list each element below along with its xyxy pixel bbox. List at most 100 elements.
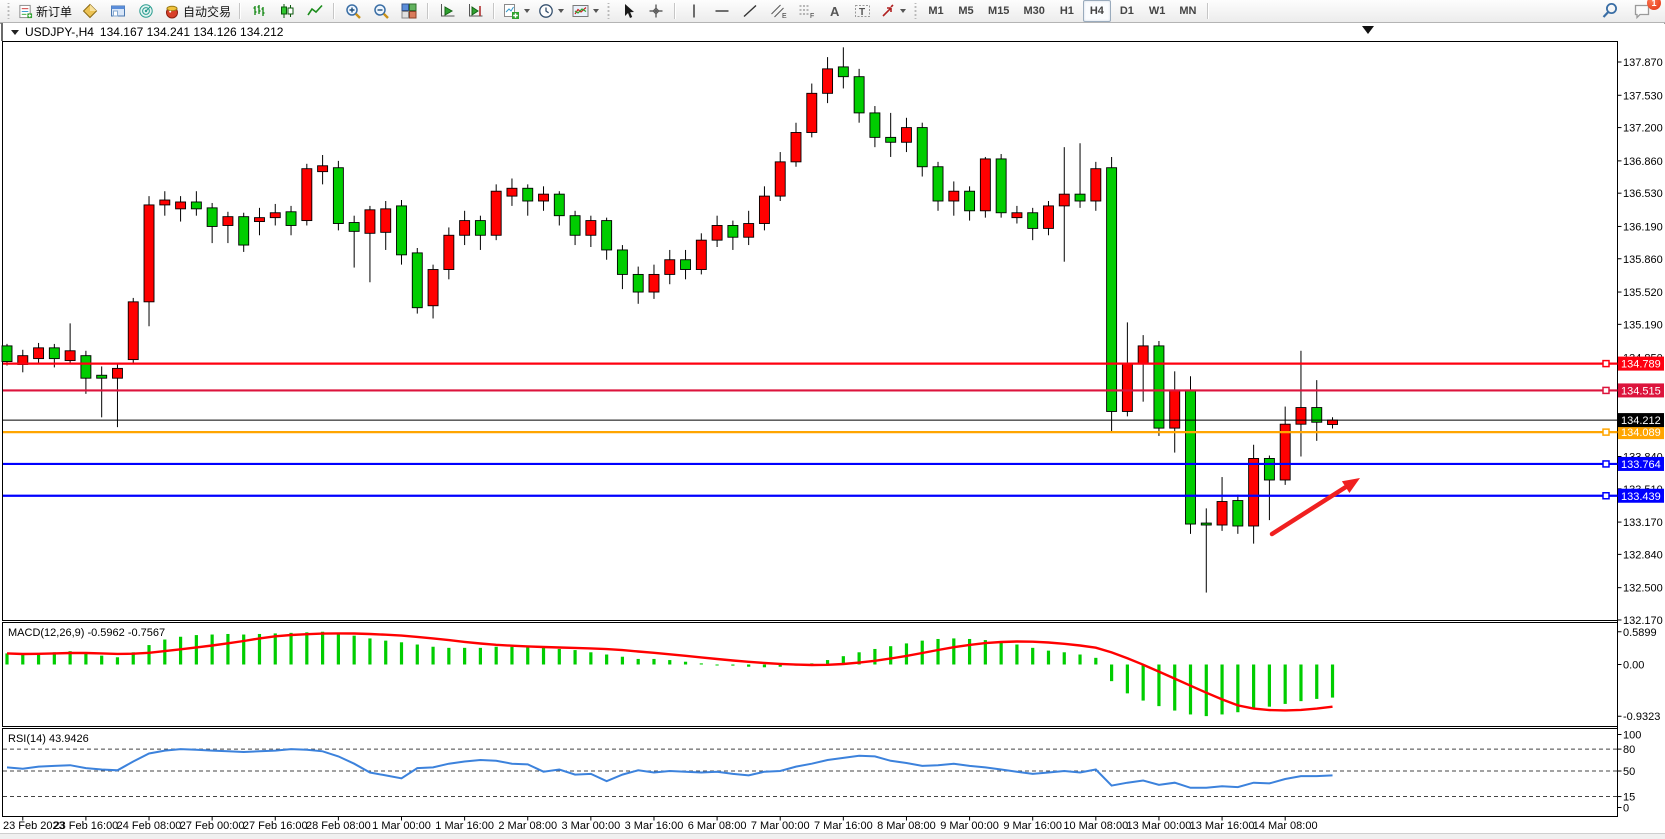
svg-text:2 Mar 08:00: 2 Mar 08:00 bbox=[498, 820, 557, 832]
candle-bear bbox=[554, 194, 564, 216]
mt4-terminal: { "toolbar": { "new_order_label": "新订单",… bbox=[0, 0, 1665, 839]
candle-bear bbox=[870, 113, 880, 137]
line-handle[interactable] bbox=[1603, 361, 1609, 367]
macd-bar bbox=[542, 648, 545, 665]
svg-text:132.500: 132.500 bbox=[1623, 583, 1663, 595]
macd-bar bbox=[747, 665, 750, 667]
candle-bear bbox=[633, 274, 643, 292]
candle-bear bbox=[412, 253, 422, 308]
candle-bear bbox=[97, 375, 107, 378]
svg-text:-0.9323: -0.9323 bbox=[1623, 711, 1660, 723]
candle-bull bbox=[365, 210, 375, 233]
macd-bar bbox=[274, 633, 277, 664]
macd-bar bbox=[431, 647, 434, 665]
chart-canvas[interactable]: 137.870137.530137.200136.860136.530136.1… bbox=[0, 0, 1665, 839]
candle-bull bbox=[1217, 502, 1227, 525]
candle-bear bbox=[965, 191, 975, 211]
macd-bar bbox=[5, 653, 8, 664]
svg-text:133.764: 133.764 bbox=[1621, 459, 1661, 471]
svg-text:135.520: 135.520 bbox=[1623, 287, 1663, 299]
macd-bar bbox=[21, 655, 24, 665]
macd-bar bbox=[1331, 665, 1334, 698]
svg-text:50: 50 bbox=[1623, 766, 1635, 778]
candle-bear bbox=[1201, 523, 1211, 525]
candle-bull bbox=[807, 93, 817, 132]
macd-bar bbox=[195, 635, 198, 664]
candle-bull bbox=[223, 217, 233, 226]
svg-text:137.870: 137.870 bbox=[1623, 57, 1663, 69]
svg-text:134.789: 134.789 bbox=[1621, 359, 1661, 371]
macd-bar bbox=[1000, 642, 1003, 664]
window-bottom-edge bbox=[0, 833, 1665, 839]
macd-bar bbox=[1047, 651, 1050, 665]
candle-bull bbox=[428, 270, 438, 306]
svg-text:80: 80 bbox=[1623, 744, 1635, 756]
macd-bar bbox=[211, 635, 214, 665]
line-handle[interactable] bbox=[1603, 429, 1609, 435]
candle-bear bbox=[81, 356, 91, 379]
line-handle[interactable] bbox=[1603, 387, 1609, 393]
macd-bar bbox=[1220, 665, 1223, 715]
macd-bar bbox=[463, 648, 466, 665]
svg-text:9 Mar 16:00: 9 Mar 16:00 bbox=[1003, 820, 1062, 832]
svg-text:7 Mar 00:00: 7 Mar 00:00 bbox=[751, 820, 810, 832]
candle-bear bbox=[617, 250, 627, 274]
candle-bear bbox=[838, 67, 848, 77]
svg-text:27 Feb 16:00: 27 Feb 16:00 bbox=[243, 820, 308, 832]
svg-text:0.5899: 0.5899 bbox=[1623, 627, 1657, 639]
macd-bar bbox=[1015, 645, 1018, 665]
macd-bar bbox=[147, 645, 150, 664]
macd-label: MACD(12,26,9) -0.5962 -0.7567 bbox=[8, 627, 165, 639]
macd-bar bbox=[510, 647, 513, 665]
macd-bar bbox=[226, 634, 229, 665]
candle-bull bbox=[1138, 346, 1148, 364]
svg-text:135.860: 135.860 bbox=[1623, 254, 1663, 266]
candle-bull bbox=[460, 221, 470, 236]
candle-bull bbox=[1012, 213, 1022, 218]
candle-bull bbox=[775, 162, 785, 196]
macd-bar bbox=[37, 653, 40, 664]
candle-bull bbox=[1043, 206, 1053, 229]
macd-bar bbox=[731, 665, 734, 666]
line-handle[interactable] bbox=[1603, 461, 1609, 467]
candle-bull bbox=[712, 225, 722, 240]
macd-bar bbox=[384, 641, 387, 665]
candle-bear bbox=[996, 159, 1006, 213]
candle-bear bbox=[917, 128, 927, 167]
line-handle[interactable] bbox=[1603, 493, 1609, 499]
candle-bear bbox=[475, 221, 485, 236]
macd-bar bbox=[1110, 665, 1113, 682]
svg-text:28 Feb 08:00: 28 Feb 08:00 bbox=[306, 820, 371, 832]
macd-bar bbox=[1063, 652, 1066, 664]
svg-text:3 Mar 16:00: 3 Mar 16:00 bbox=[625, 820, 684, 832]
candle-bull bbox=[254, 218, 264, 222]
candle-bull bbox=[507, 188, 517, 196]
candle-bull bbox=[302, 169, 312, 221]
candle-bull bbox=[1122, 364, 1132, 412]
svg-text:7 Mar 16:00: 7 Mar 16:00 bbox=[814, 820, 873, 832]
candle-bull bbox=[34, 348, 44, 359]
candle-bull bbox=[381, 209, 391, 232]
macd-bar bbox=[621, 657, 624, 665]
macd-bar bbox=[1299, 665, 1302, 702]
candle-bear bbox=[1107, 168, 1117, 412]
svg-text:8 Mar 08:00: 8 Mar 08:00 bbox=[877, 820, 936, 832]
candle-bull bbox=[1249, 458, 1259, 526]
candle-bear bbox=[681, 260, 691, 270]
svg-text:6 Mar 08:00: 6 Mar 08:00 bbox=[688, 820, 747, 832]
candle-bull bbox=[696, 240, 706, 269]
svg-text:132.840: 132.840 bbox=[1623, 549, 1663, 561]
rsi-label: RSI(14) 43.9426 bbox=[8, 733, 89, 745]
candle-bear bbox=[286, 212, 296, 226]
candle-bear bbox=[333, 168, 343, 224]
candle-bear bbox=[602, 221, 612, 250]
svg-text:134.089: 134.089 bbox=[1621, 427, 1661, 439]
candle-bull bbox=[1170, 390, 1180, 428]
macd-bar bbox=[1268, 665, 1271, 707]
candle-bear bbox=[728, 225, 738, 237]
svg-text:14 Mar 08:00: 14 Mar 08:00 bbox=[1253, 820, 1318, 832]
macd-bar bbox=[495, 647, 498, 665]
candle-bull bbox=[586, 221, 596, 236]
macd-bar bbox=[668, 660, 671, 664]
candle-bear bbox=[1028, 213, 1038, 229]
